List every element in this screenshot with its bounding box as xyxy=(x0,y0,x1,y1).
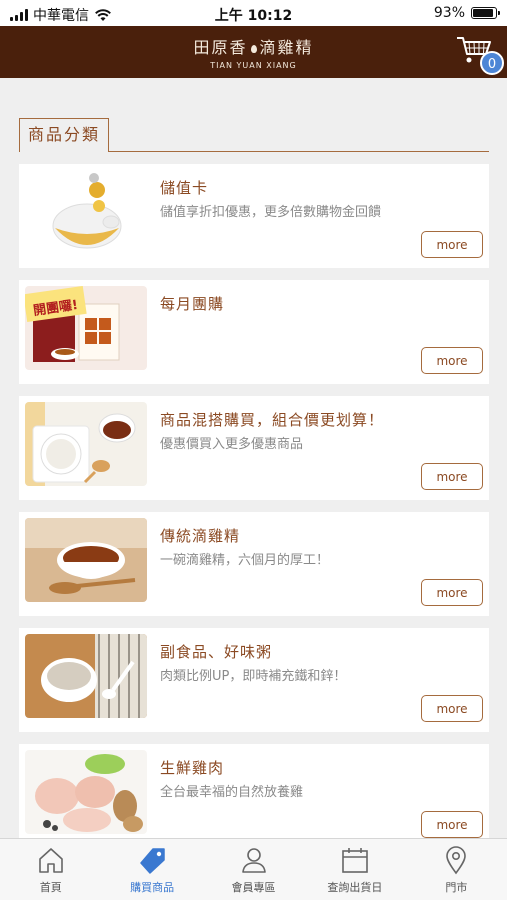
tab-label: 首頁 xyxy=(39,881,62,894)
battery-percent: 93% xyxy=(433,5,465,21)
cart-count-badge: 0 xyxy=(480,51,504,75)
category-title: 每月團購 xyxy=(160,295,225,313)
category-title: 商品混搭購買，組合價更划算！ xyxy=(160,411,385,429)
category-description: 優惠價買入更多優惠商品 xyxy=(160,437,304,452)
category-description: 肉類比例UP，即時補充鐵和鋅！ xyxy=(160,669,347,684)
category-description: 儲值享折扣優惠，更多倍數購物金回饋 xyxy=(160,205,382,220)
category-card-stored-value[interactable]: 儲值卡 儲值享折扣優惠，更多倍數購物金回饋 more xyxy=(19,164,489,268)
category-thumbnail: 開團囉! xyxy=(25,286,147,370)
category-card-fresh-chicken[interactable]: 生鮮雞肉 全台最幸福的自然放養雞 more xyxy=(19,744,489,848)
section-header: 商品分類 xyxy=(19,118,489,152)
tab-member[interactable]: 會員專區 xyxy=(203,839,304,900)
more-button[interactable]: more xyxy=(421,695,483,722)
tab-buy-products[interactable]: 購買商品 xyxy=(101,839,202,900)
logo-text-left: 田原香 xyxy=(193,38,248,57)
user-icon xyxy=(241,848,266,873)
app-header: 田原香 滴雞精 TIAN YUAN XIANG 0 xyxy=(0,26,507,78)
clock: 上午 10:12 xyxy=(214,8,293,24)
tab-label: 查詢出貨日 xyxy=(327,881,383,894)
battery-icon xyxy=(471,7,500,19)
more-button[interactable]: more xyxy=(421,579,483,606)
category-title: 副食品、好味粥 xyxy=(160,643,273,661)
category-description: 一碗滴雞精，六個月的厚工！ xyxy=(160,553,330,568)
logo-text-right: 滴雞精 xyxy=(259,38,314,57)
tab-stores[interactable]: 門市 xyxy=(406,839,507,900)
category-thumbnail xyxy=(25,634,147,718)
category-card-baby-food[interactable]: 副食品、好味粥 肉類比例UP，即時補充鐵和鋅！ more xyxy=(19,628,489,732)
calendar-icon xyxy=(342,848,368,873)
category-card-monthly-group-buy[interactable]: 開團囉! 每月團購 more xyxy=(19,280,489,384)
tag-icon xyxy=(140,848,165,874)
category-card-mix-and-match[interactable]: 商品混搭購買，組合價更划算！ 優惠價買入更多優惠商品 more xyxy=(19,396,489,500)
more-button[interactable]: more xyxy=(421,463,483,490)
logo-subtitle: TIAN YUAN XIANG xyxy=(210,61,297,70)
drop-icon xyxy=(250,44,257,53)
category-title: 生鮮雞肉 xyxy=(160,759,225,777)
section-title: 商品分類 xyxy=(19,118,110,152)
location-icon xyxy=(446,846,467,875)
more-button[interactable]: more xyxy=(421,347,483,374)
category-description: 全台最幸福的自然放養雞 xyxy=(160,785,304,800)
category-thumbnail xyxy=(25,750,147,834)
tab-label: 門市 xyxy=(445,881,468,894)
category-thumbnail xyxy=(25,518,147,602)
category-card-traditional-essence[interactable]: 傳統滴雞精 一碗滴雞精，六個月的厚工！ more xyxy=(19,512,489,616)
category-thumbnail xyxy=(25,170,147,254)
home-icon xyxy=(38,848,63,873)
status-bar: 中華電信 上午 10:12 93% xyxy=(0,0,507,26)
category-title: 儲值卡 xyxy=(160,179,209,197)
bottom-tab-bar: 首頁 購買商品 會員專區 查詢出貨日 門市 xyxy=(0,838,507,900)
tab-home[interactable]: 首頁 xyxy=(0,839,101,900)
tab-label: 購買商品 xyxy=(130,881,175,894)
brand-logo[interactable]: 田原香 滴雞精 TIAN YUAN XIANG xyxy=(0,34,507,70)
tab-label: 會員專區 xyxy=(231,881,276,894)
tab-shipping-date[interactable]: 查詢出貨日 xyxy=(304,839,405,900)
more-button[interactable]: more xyxy=(421,811,483,838)
category-thumbnail xyxy=(25,402,147,486)
more-button[interactable]: more xyxy=(421,231,483,258)
category-title: 傳統滴雞精 xyxy=(160,527,241,545)
